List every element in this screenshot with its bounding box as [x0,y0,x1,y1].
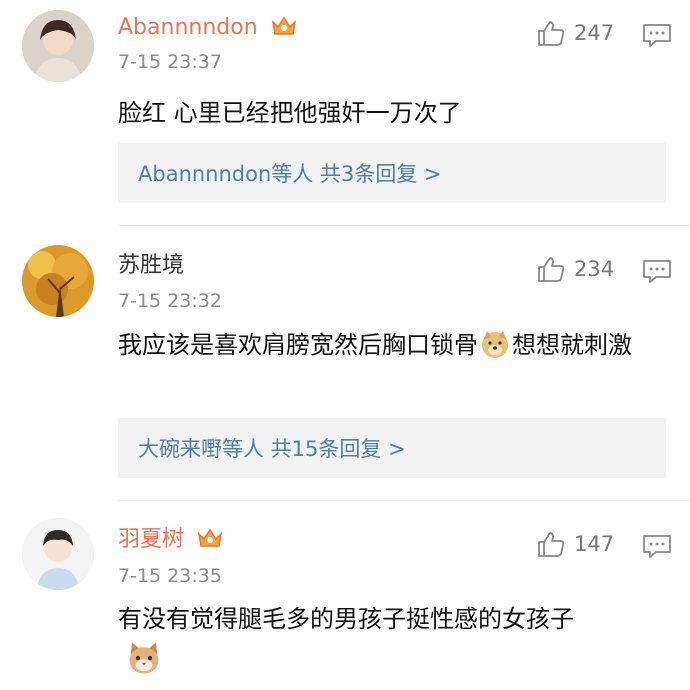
username-text[interactable]: 羽夏树 [118,527,184,552]
like-count: 147 [574,532,615,556]
avatar[interactable] [22,245,94,317]
reply-summary[interactable]: 大碗来嘢等人 共15条回复 > [118,418,666,478]
divider [118,225,690,226]
like-button[interactable]: 247 [536,18,614,48]
timestamp: 7-15 23:37 [118,51,222,73]
thumbs-up-icon [538,532,565,557]
like-count: 247 [574,21,615,45]
comment-text-part: 我应该是喜欢肩膀宽然后胸口锁骨 [118,331,478,359]
username-text[interactable]: 苏胜境 [118,253,184,278]
like-button[interactable]: 147 [536,529,614,559]
comment-icon [643,535,671,558]
thumbs-up-icon [538,257,565,282]
timestamp: 7-15 23:35 [118,565,222,587]
divider [118,500,690,501]
comment-text-part: 想想就刺激 [512,331,632,359]
avatar[interactable] [22,10,94,82]
thumbs-up-icon [538,21,565,46]
reply-button[interactable] [642,533,672,559]
username[interactable]: 苏胜境 [118,252,184,280]
reply-button[interactable] [642,258,672,284]
reply-summary[interactable]: Abannnndon等人 共3条回复 > [118,143,666,203]
comment-icon [643,260,671,283]
cat-emoji-icon [126,640,162,676]
comment-text: 有没有觉得腿毛多的男孩子挺性感的女孩子 [118,605,574,633]
timestamp: 7-15 23:32 [118,290,222,312]
reply-button[interactable] [642,22,672,48]
comment-icon [643,24,671,47]
like-count: 234 [574,257,615,281]
comment-text: 脸红 心里已经把他强奸一万次了 [118,99,462,127]
avatar[interactable] [22,518,94,590]
like-button[interactable]: 234 [536,254,614,284]
doge-emoji-icon [480,329,510,359]
crown-icon [271,15,297,37]
comment-text: 我应该是喜欢肩膀宽然后胸口锁骨 想想就刺激 [118,324,673,366]
username[interactable]: 羽夏树 [118,526,223,554]
username-text[interactable]: Abannnndon [118,15,258,40]
crown-icon [197,527,223,549]
username[interactable]: Abannnndon [118,14,297,42]
